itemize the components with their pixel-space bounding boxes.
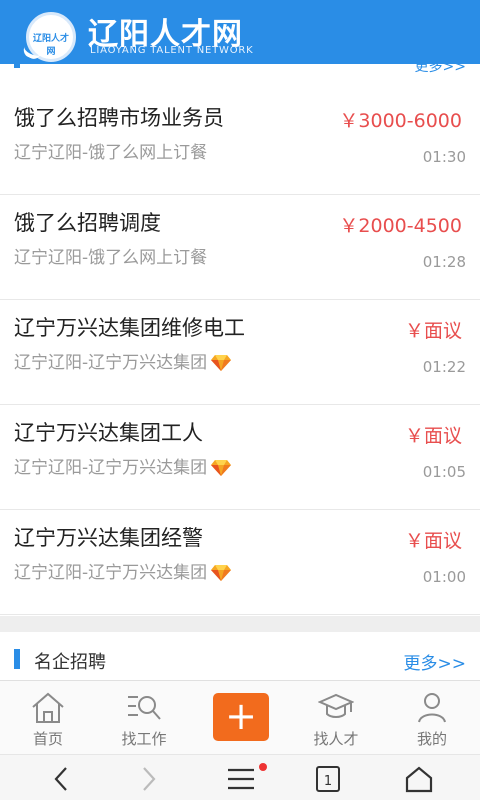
diamond-vip-icon [211,565,232,581]
job-time: 01:28 [422,253,466,271]
section-title: 名企招聘 [34,652,106,673]
job-company-text: 辽宁辽阳-饿了么网上订餐 [14,248,208,268]
bottom-tab-bar: 首页 找工作 + 找人才 我的 [0,680,480,754]
job-salary: ￥2000-4500 [339,215,462,237]
browser-nav-bar: 1 [0,754,480,800]
user-icon [418,693,446,723]
tab-home-label: 首页 [32,730,63,748]
app-header: 辽阳人才网 辽阳人才网 LIAOYANG TALENT NETWORK [0,0,480,64]
tab-find-job-label: 找工作 [121,730,167,748]
job-salary: ￥3000-6000 [339,110,462,132]
diamond-vip-icon [211,460,232,476]
house-icon [405,766,433,793]
job-company: 辽宁辽阳-辽宁万兴达集团 [14,348,232,373]
menu-icon [228,768,254,790]
job-company-text: 辽宁辽阳-辽宁万兴达集团 [14,458,208,478]
tabs-count-icon: 1 [316,766,340,792]
post-plus-button[interactable]: + [213,693,269,741]
job-company-text: 辽宁辽阳-辽宁万兴达集团 [14,353,208,373]
job-title: 辽宁万兴达集团工人 [14,421,203,445]
home-icon [32,692,64,723]
job-title: 饿了么招聘调度 [14,211,161,235]
section-accent-bar [14,649,20,669]
list-item[interactable]: 辽宁万兴达集团经警 ￥面议 辽宁辽阳-辽宁万兴达集团 01:00 [0,510,480,615]
job-list: 饿了么招聘市场业务员 ￥3000-6000 辽宁辽阳-饿了么网上订餐 01:30… [0,90,480,615]
job-title: 饿了么招聘市场业务员 [14,106,224,130]
home-nav-button[interactable] [370,755,466,800]
list-item[interactable]: 饿了么招聘调度 ￥2000-4500 辽宁辽阳-饿了么网上订餐 01:28 [0,195,480,300]
job-search-icon [128,696,161,720]
job-time: 01:05 [422,463,466,481]
tab-home[interactable]: 首页 [0,681,96,755]
brand-subtitle: LIAOYANG TALENT NETWORK [90,45,254,56]
list-item[interactable]: 辽宁万兴达集团维修电工 ￥面议 辽宁辽阳-辽宁万兴达集团 01:22 [0,300,480,405]
tab-find-talent-label: 找人才 [313,730,359,748]
famous-company-section-header: 名企招聘 更多>> [0,632,480,680]
list-item[interactable]: 饿了么招聘市场业务员 ￥3000-6000 辽宁辽阳-饿了么网上订餐 01:30 [0,90,480,195]
back-button[interactable] [16,755,112,800]
list-item[interactable]: 辽宁万兴达集团工人 ￥面议 辽宁辽阳-辽宁万兴达集团 01:05 [0,405,480,510]
tab-mine-label: 我的 [416,730,447,748]
diamond-vip-icon [211,355,232,371]
job-company: 辽宁辽阳-饿了么网上订餐 [14,243,207,268]
section-divider [0,616,480,632]
job-title: 辽宁万兴达集团维修电工 [14,316,245,340]
job-salary: ￥面议 [404,530,462,552]
graduation-cap-icon [318,693,354,718]
job-company: 辽宁辽阳-饿了么网上订餐 [14,138,207,163]
job-salary: ￥面议 [404,320,462,342]
chevron-right-icon [143,767,156,791]
notification-dot [259,763,267,771]
job-company-text: 辽宁辽阳-饿了么网上订餐 [14,143,208,163]
job-salary: ￥面议 [404,425,462,447]
forward-button[interactable] [102,755,198,800]
job-title: 辽宁万兴达集团经警 [14,526,203,550]
job-time: 01:22 [422,358,466,376]
job-company: 辽宁辽阳-辽宁万兴达集团 [14,453,232,478]
job-company-text: 辽宁辽阳-辽宁万兴达集团 [14,563,208,583]
tab-find-talent[interactable]: 找人才 [288,681,384,755]
tab-mine[interactable]: 我的 [384,681,480,755]
tabs-button[interactable]: 1 [280,755,376,800]
menu-button[interactable] [192,755,288,800]
chevron-left-icon [54,767,67,791]
job-time: 01:00 [422,568,466,586]
job-time: 01:30 [422,148,466,166]
job-company: 辽宁辽阳-辽宁万兴达集团 [14,558,232,583]
tab-find-job[interactable]: 找工作 [96,681,192,755]
tab-count: 1 [324,774,332,789]
section-more-link[interactable]: 更多>> [404,649,467,674]
